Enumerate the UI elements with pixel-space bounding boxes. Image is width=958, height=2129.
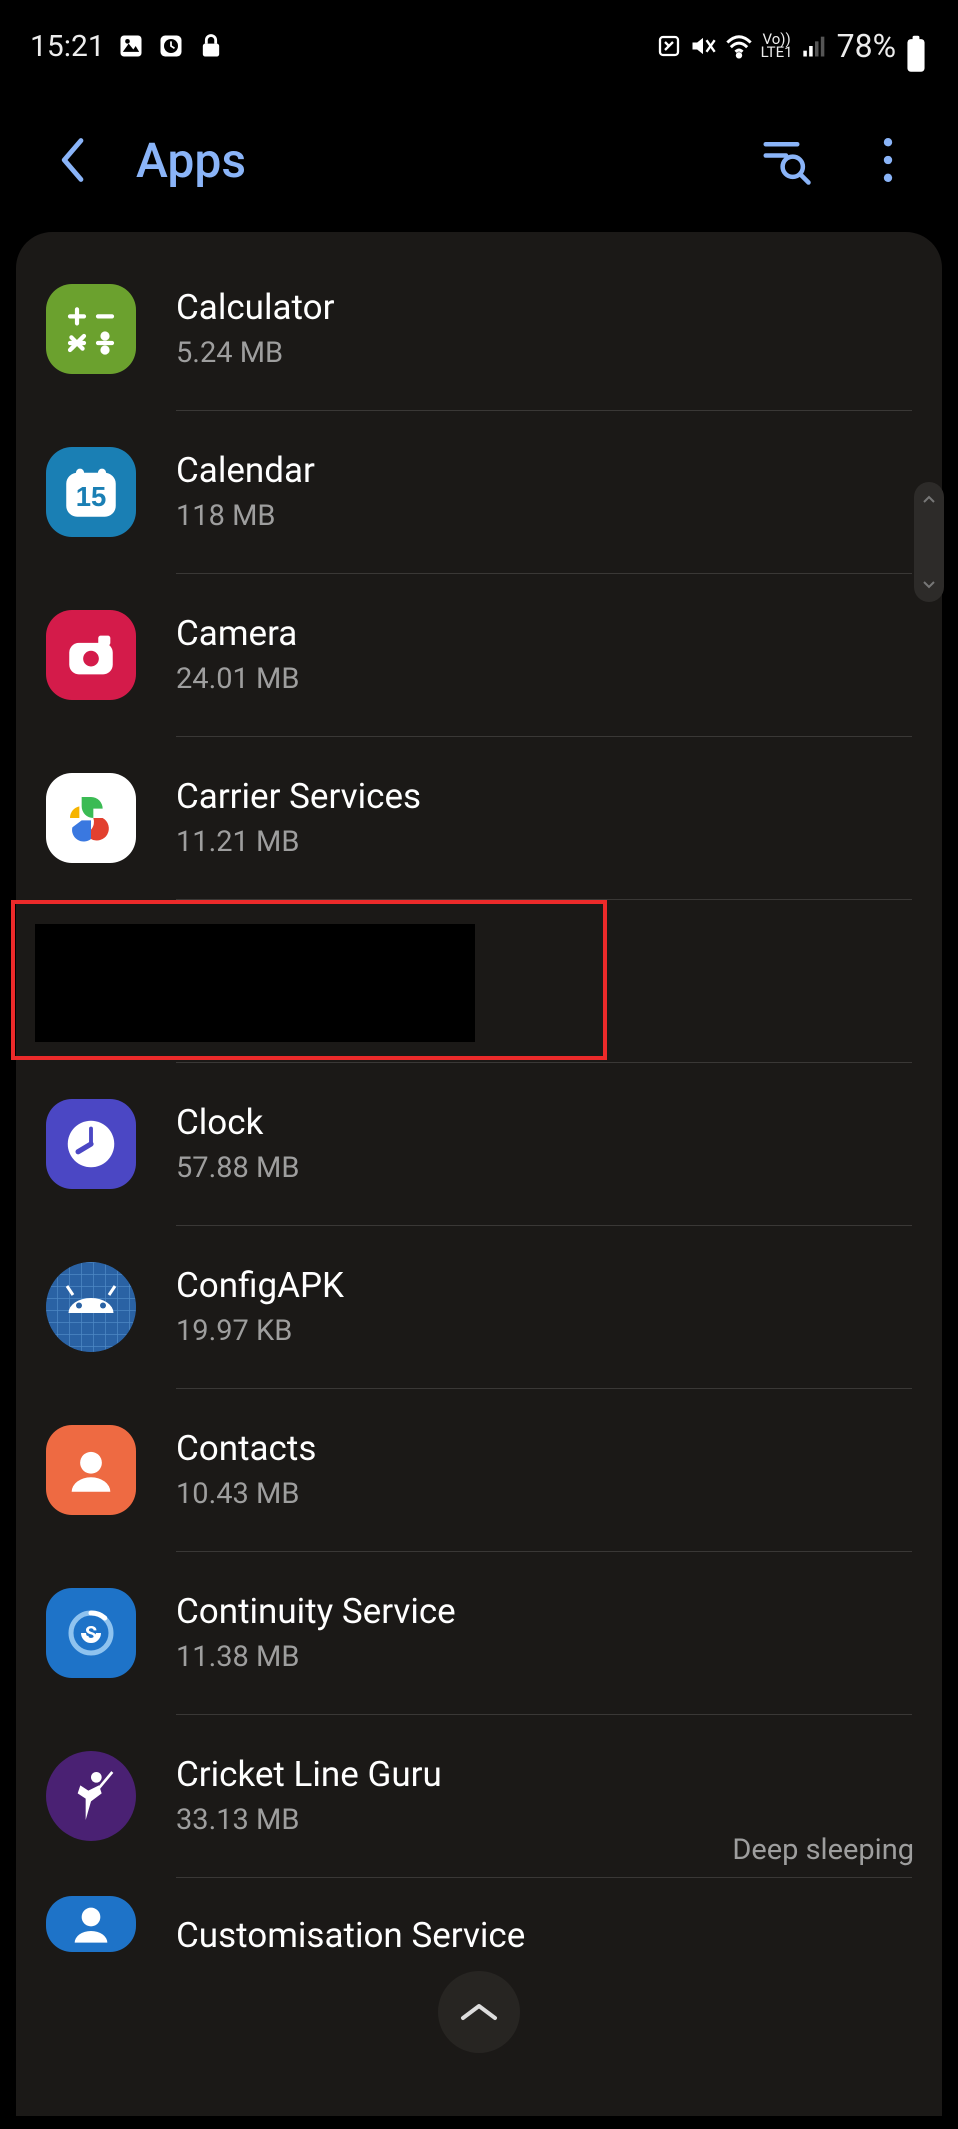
app-name: Cricket Line Guru [176, 1755, 912, 1795]
svg-text:S: S [85, 1622, 97, 1646]
app-row-cricket-line-guru[interactable]: Cricket Line Guru 33.13 MB Deep sleeping [16, 1715, 942, 1877]
sync-icon [657, 34, 681, 58]
highlight-box [11, 900, 607, 1060]
app-row-redacted[interactable] [16, 900, 942, 1062]
app-row-clock[interactable]: Clock 57.88 MB [16, 1063, 942, 1225]
app-size: 10.43 MB [176, 1477, 912, 1511]
app-name: Calculator [176, 288, 912, 328]
app-name: ConfigAPK [176, 1266, 912, 1306]
clock-app-icon [157, 32, 185, 60]
volte-label: Vo))LTE1 [761, 33, 793, 60]
play-services-icon [46, 773, 136, 863]
svg-text:15: 15 [76, 481, 107, 512]
app-size: 11.21 MB [176, 825, 912, 859]
calendar-icon: 15 [46, 447, 136, 537]
back-button[interactable] [44, 130, 104, 190]
customisation-icon [46, 1896, 136, 1952]
battery-percent: 78% [837, 27, 896, 65]
signal-icon [801, 32, 829, 60]
filter-search-button[interactable] [756, 130, 816, 190]
page-title: Apps [136, 132, 246, 189]
app-row-calculator[interactable]: Calculator 5.24 MB [16, 248, 942, 410]
app-size: 5.24 MB [176, 336, 912, 370]
apps-list: Calculator 5.24 MB 15 Calendar 118 MB Ca… [16, 232, 942, 2116]
expand-up-button[interactable] [438, 1971, 520, 2053]
status-time: 15:21 [30, 29, 105, 64]
more-options-button[interactable] [858, 130, 918, 190]
app-row-contacts[interactable]: Contacts 10.43 MB [16, 1389, 942, 1551]
lock-icon [197, 32, 225, 60]
app-size: 24.01 MB [176, 662, 912, 696]
app-row-carrier-services[interactable]: Carrier Services 11.21 MB [16, 737, 942, 899]
app-size: 118 MB [176, 499, 912, 533]
calculator-icon [46, 284, 136, 374]
app-size: 57.88 MB [176, 1151, 912, 1185]
app-row-configapk[interactable]: ConfigAPK 19.97 KB [16, 1226, 942, 1388]
gallery-icon [117, 32, 145, 60]
app-name: Clock [176, 1103, 912, 1143]
contacts-icon [46, 1425, 136, 1515]
continuity-icon: S [46, 1588, 136, 1678]
app-size: 19.97 KB [176, 1314, 912, 1348]
app-row-calendar[interactable]: 15 Calendar 118 MB [16, 411, 942, 573]
app-name: Customisation Service [176, 1916, 912, 1956]
app-status-badge: Deep sleeping [732, 1833, 914, 1867]
camera-icon [46, 610, 136, 700]
status-bar: 15:21 Vo))LTE1 78% [0, 0, 958, 78]
clock-icon [46, 1099, 136, 1189]
redacted-block [35, 924, 475, 1042]
app-name: Continuity Service [176, 1592, 912, 1632]
app-name: Calendar [176, 451, 912, 491]
app-row-camera[interactable]: Camera 24.01 MB [16, 574, 942, 736]
app-name: Carrier Services [176, 777, 912, 817]
android-grid-icon [46, 1262, 136, 1352]
mute-icon [689, 32, 717, 60]
battery-icon [904, 34, 928, 58]
app-row-continuity-service[interactable]: S Continuity Service 11.38 MB [16, 1552, 942, 1714]
app-name: Camera [176, 614, 912, 654]
wifi-icon [725, 32, 753, 60]
page-header: Apps [0, 78, 958, 232]
app-name: Contacts [176, 1429, 912, 1469]
app-row-customisation-service[interactable]: Customisation Service [16, 1878, 942, 1976]
app-size: 11.38 MB [176, 1640, 912, 1674]
cricket-icon [46, 1751, 136, 1841]
